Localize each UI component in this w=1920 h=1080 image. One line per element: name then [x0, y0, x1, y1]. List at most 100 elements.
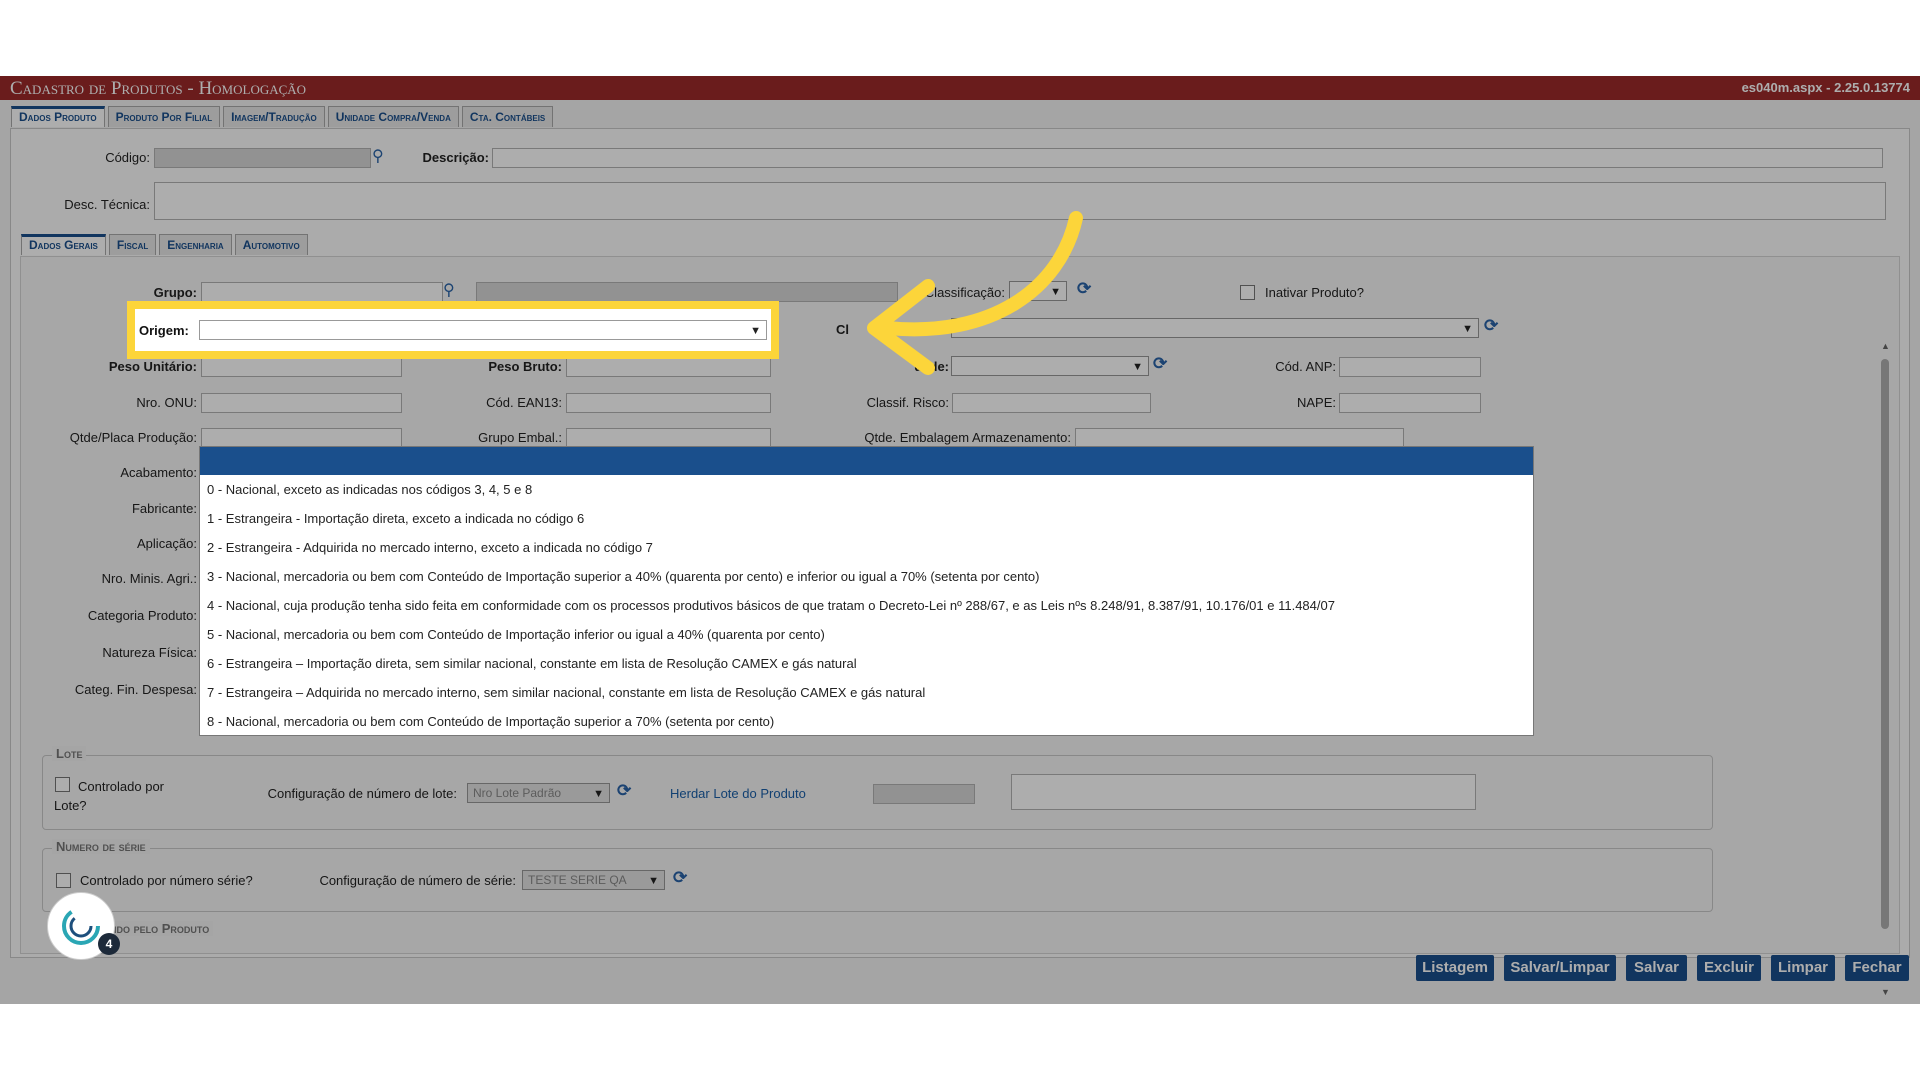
lote-legend: Lote — [52, 746, 87, 761]
salvar-limpar-button[interactable]: Salvar/Limpar — [1504, 955, 1616, 981]
dropdown-option[interactable]: 2 - Estrangeira - Adquirida no mercado i… — [200, 533, 1533, 562]
chevron-down-icon: ▼ — [648, 875, 659, 887]
scroll-up-icon[interactable]: ▲ — [1881, 341, 1890, 351]
scrollbar-thumb[interactable] — [1881, 359, 1889, 929]
limpar-button[interactable]: Limpar — [1771, 955, 1835, 981]
nro-minis-agri-label: Nro. Minis. Agri.: — [101, 571, 197, 586]
fechar-button[interactable]: Fechar — [1845, 955, 1909, 981]
origem-highlight: Origem: ▼ — [127, 301, 779, 359]
cod-anp-input[interactable] — [1339, 357, 1481, 377]
grupo-label: Grupo: — [153, 285, 197, 300]
origem-label: Origem: — [139, 323, 189, 338]
dropdown-option[interactable]: 6 - Estrangeira – Importação direta, sem… — [200, 649, 1533, 678]
config-lote-label: Configuração de número de lote: — [267, 786, 457, 801]
controlado-serie-label: Controlado por número série? — [80, 873, 253, 888]
chevron-down-icon: ▼ — [750, 325, 761, 337]
salvar-button[interactable]: Salvar — [1626, 955, 1687, 981]
config-serie-select[interactable]: TESTE SERIE QA ▼ — [522, 870, 665, 890]
categoria-produto-label: Categoria Produto: — [87, 608, 197, 623]
descricao-label: Descrição: — [422, 150, 489, 165]
origem-select[interactable]: ▼ — [199, 320, 767, 340]
inativar-label: Inativar Produto? — [1265, 285, 1365, 300]
config-lote-select[interactable]: Nro Lote Padrão ▼ — [467, 783, 610, 803]
qtde-placa-label: Qtde/Placa Produção: — [69, 430, 197, 445]
search-icon[interactable]: ⚲ — [372, 146, 384, 166]
dropdown-option[interactable]: 4 - Nacional, cuja produção tenha sido f… — [200, 591, 1533, 620]
dropdown-option[interactable]: 0 - Nacional, exceto as indicadas nos có… — [200, 475, 1533, 504]
title-bar: Cadastro de Produtos - Homologação es040… — [0, 76, 1920, 100]
serie-legend: Numero de série — [52, 839, 150, 854]
refresh-icon[interactable]: ⟳ — [617, 781, 631, 801]
tab-imagem-traducao[interactable]: Imagem/Tradução — [223, 106, 325, 127]
refresh-icon[interactable]: ⟳ — [673, 868, 687, 888]
nape-label: NAPE: — [1296, 395, 1336, 410]
dropdown-option-empty[interactable] — [200, 447, 1533, 475]
callout-arrow-icon — [867, 211, 1083, 375]
lote-textarea[interactable] — [1011, 774, 1476, 810]
tab-fiscal[interactable]: Fiscal — [108, 234, 157, 255]
categ-fin-despesa-label: Categ. Fin. Despesa: — [74, 682, 197, 697]
nro-onu-label: Nro. ONU: — [136, 395, 197, 410]
grupo-search-icon[interactable]: ⚲ — [443, 280, 455, 300]
fabricante-label: Fabricante: — [131, 501, 197, 516]
grupo-input[interactable] — [201, 282, 443, 302]
tab-engenharia[interactable]: Engenharia — [159, 234, 232, 255]
notification-badge: 4 — [98, 933, 120, 955]
tab-automotivo[interactable]: Automotivo — [234, 234, 308, 255]
dropdown-option[interactable]: 8 - Nacional, mercadoria ou bem com Cont… — [200, 707, 1533, 736]
herdar-lote-input[interactable] — [873, 784, 975, 804]
herdar-lote-link[interactable]: Herdar Lote do Produto — [670, 786, 806, 801]
controlado-serie-checkbox[interactable] — [56, 873, 71, 888]
classif-risco-input[interactable] — [952, 393, 1151, 413]
peso-bruto-input[interactable] — [566, 357, 771, 377]
listagem-button[interactable]: Listagem — [1416, 955, 1494, 981]
controlado-lote-label: Controlado por Lote? — [54, 779, 164, 813]
cod-anp-label: Cód. ANP: — [1275, 359, 1336, 374]
codigo-input[interactable] — [154, 148, 371, 168]
qtde-placa-input[interactable] — [201, 428, 402, 448]
peso-bruto-label: Peso Bruto: — [488, 359, 562, 374]
grupo-embal-label: Grupo Embal.: — [478, 430, 562, 445]
acabamento-label: Acabamento: — [120, 465, 197, 480]
tab-unidade-compra-venda[interactable]: Unidade Compra/Venda — [327, 106, 459, 127]
natureza-fisica-label: Natureza Física: — [102, 645, 197, 660]
config-serie-label: Configuração de número de série: — [319, 873, 516, 888]
codigo-label: Código: — [105, 150, 150, 165]
tab-dados-gerais[interactable]: Dados Gerais — [21, 234, 106, 255]
dropdown-option[interactable]: 5 - Nacional, mercadoria ou bem com Cont… — [200, 620, 1533, 649]
nape-input[interactable] — [1339, 393, 1481, 413]
nro-onu-input[interactable] — [201, 393, 402, 413]
descricao-input[interactable] — [492, 148, 1883, 168]
qtde-embalagem-input[interactable] — [1075, 428, 1404, 448]
aplicacao-label: Aplicação: — [137, 536, 197, 551]
chevron-down-icon: ▼ — [1132, 361, 1143, 373]
desc-tecnica-label: Desc. Técnica: — [64, 197, 150, 212]
cod-ean13-input[interactable] — [566, 393, 771, 413]
tab-dados-produto[interactable]: Dados Produto — [11, 106, 105, 127]
dropdown-option[interactable]: 7 - Estrangeira – Adquirida no mercado i… — [200, 678, 1533, 707]
tab-produto-por-filial[interactable]: Produto Por Filial — [107, 106, 221, 127]
partial-fieldset-legend: ido pelo Produto — [110, 921, 214, 936]
grupo-embal-input[interactable] — [566, 428, 771, 448]
cod-ean13-label: Cód. EAN13: — [486, 395, 562, 410]
dropdown-option[interactable]: 1 - Estrangeira - Importação direta, exc… — [200, 504, 1533, 533]
window-title: Cadastro de Produtos - Homologação — [10, 78, 307, 99]
config-serie-value: TESTE SERIE QA — [528, 873, 627, 887]
origem-dropdown-list[interactable]: 0 - Nacional, exceto as indicadas nos có… — [199, 446, 1534, 736]
tab-cta-contabeis[interactable]: Cta. Contábeis — [461, 106, 554, 127]
refresh-icon[interactable]: ⟳ — [1153, 354, 1167, 374]
scroll-down-icon[interactable]: ▼ — [1881, 987, 1890, 997]
sub-tabs: Dados Gerais Fiscal Engenharia Automotiv… — [21, 234, 308, 255]
inativar-checkbox[interactable] — [1240, 285, 1255, 300]
dropdown-option[interactable]: 3 - Nacional, mercadoria ou bem com Cont… — [200, 562, 1533, 591]
excluir-button[interactable]: Excluir — [1697, 955, 1761, 981]
grupo-descricao — [476, 282, 898, 302]
top-tabs: Dados Produto Produto Por Filial Imagem/… — [11, 106, 554, 127]
refresh-icon[interactable]: ⟳ — [1484, 316, 1498, 336]
version-label: es040m.aspx - 2.25.0.13774 — [1741, 80, 1910, 95]
peso-unitario-input[interactable] — [201, 357, 402, 377]
config-lote-value: Nro Lote Padrão — [473, 786, 562, 800]
chevron-down-icon: ▼ — [1462, 323, 1473, 335]
qtde-embalagem-label: Qtde. Embalagem Armazenamento: — [864, 430, 1071, 445]
scrollbar[interactable]: ▲ ▼ — [1878, 341, 1892, 1001]
